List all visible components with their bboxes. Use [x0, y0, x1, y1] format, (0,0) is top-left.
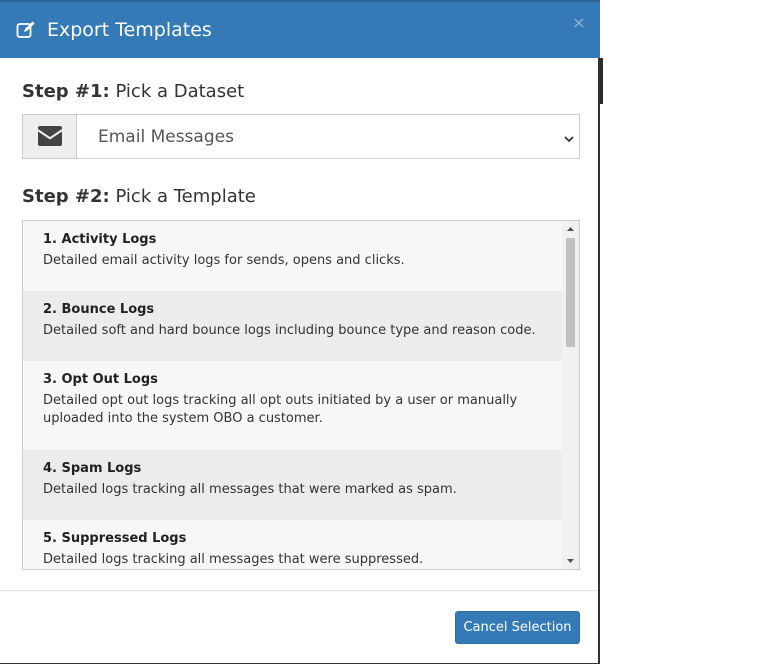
dataset-select-value: Email Messages — [98, 127, 234, 147]
template-item-bounce-logs[interactable]: 2. Bounce Logs Detailed soft and hard bo… — [23, 291, 562, 361]
chevron-down-icon — [563, 130, 575, 143]
page-backdrop — [600, 0, 775, 665]
list-scrollbar[interactable] — [562, 221, 579, 569]
close-button[interactable]: × — [572, 15, 586, 31]
modal-title: Export Templates — [47, 19, 212, 41]
footer-divider — [0, 590, 598, 591]
template-item-title: 1. Activity Logs — [43, 232, 157, 247]
export-templates-modal: Export Templates × Step #1: Pick a Datas… — [0, 0, 600, 664]
template-item-description: Detailed email activity logs for sends, … — [43, 253, 405, 268]
template-item-activity-logs[interactable]: 1. Activity Logs Detailed email activity… — [23, 221, 562, 291]
step-1-label: Step #1: — [22, 81, 110, 102]
template-item-description: Detailed soft and hard bounce logs inclu… — [43, 323, 536, 338]
template-item-title: 2. Bounce Logs — [43, 302, 155, 317]
template-item-suppressed-logs[interactable]: 5. Suppressed Logs Detailed logs trackin… — [23, 520, 562, 569]
template-item-title: 4. Spam Logs — [43, 461, 142, 476]
scrollbar-thumb[interactable] — [566, 238, 575, 347]
select-addon — [23, 115, 77, 158]
template-item-title: 3. Opt Out Logs — [43, 372, 158, 387]
envelope-icon — [38, 126, 62, 146]
template-item-opt-out-logs[interactable]: 3. Opt Out Logs Detailed opt out logs tr… — [23, 361, 562, 450]
scroll-down-arrow-icon[interactable] — [562, 553, 579, 569]
step-1-text: Pick a Dataset — [115, 81, 245, 102]
template-item-spam-logs[interactable]: 4. Spam Logs Detailed logs tracking all … — [23, 450, 562, 520]
dataset-select[interactable]: Email Messages — [22, 114, 580, 159]
template-list-inner: 1. Activity Logs Detailed email activity… — [23, 221, 562, 569]
step-2-label: Step #2: — [22, 186, 110, 207]
cancel-selection-button[interactable]: Cancel Selection — [455, 611, 580, 644]
step-2-text: Pick a Template — [115, 186, 256, 207]
template-item-description: Detailed logs tracking all messages that… — [43, 482, 457, 497]
scroll-up-arrow-icon[interactable] — [562, 221, 579, 237]
modal-header: Export Templates × — [0, 0, 600, 58]
template-item-title: 5. Suppressed Logs — [43, 531, 187, 546]
template-item-description: Detailed opt out logs tracking all opt o… — [43, 393, 518, 426]
template-list[interactable]: 1. Activity Logs Detailed email activity… — [22, 220, 580, 570]
step-1-heading: Step #1: Pick a Dataset — [22, 81, 244, 103]
step-2-heading: Step #2: Pick a Template — [22, 186, 256, 208]
backdrop-edge-mark — [600, 58, 603, 104]
template-item-description: Detailed logs tracking all messages that… — [43, 552, 424, 567]
edit-icon — [16, 20, 36, 40]
